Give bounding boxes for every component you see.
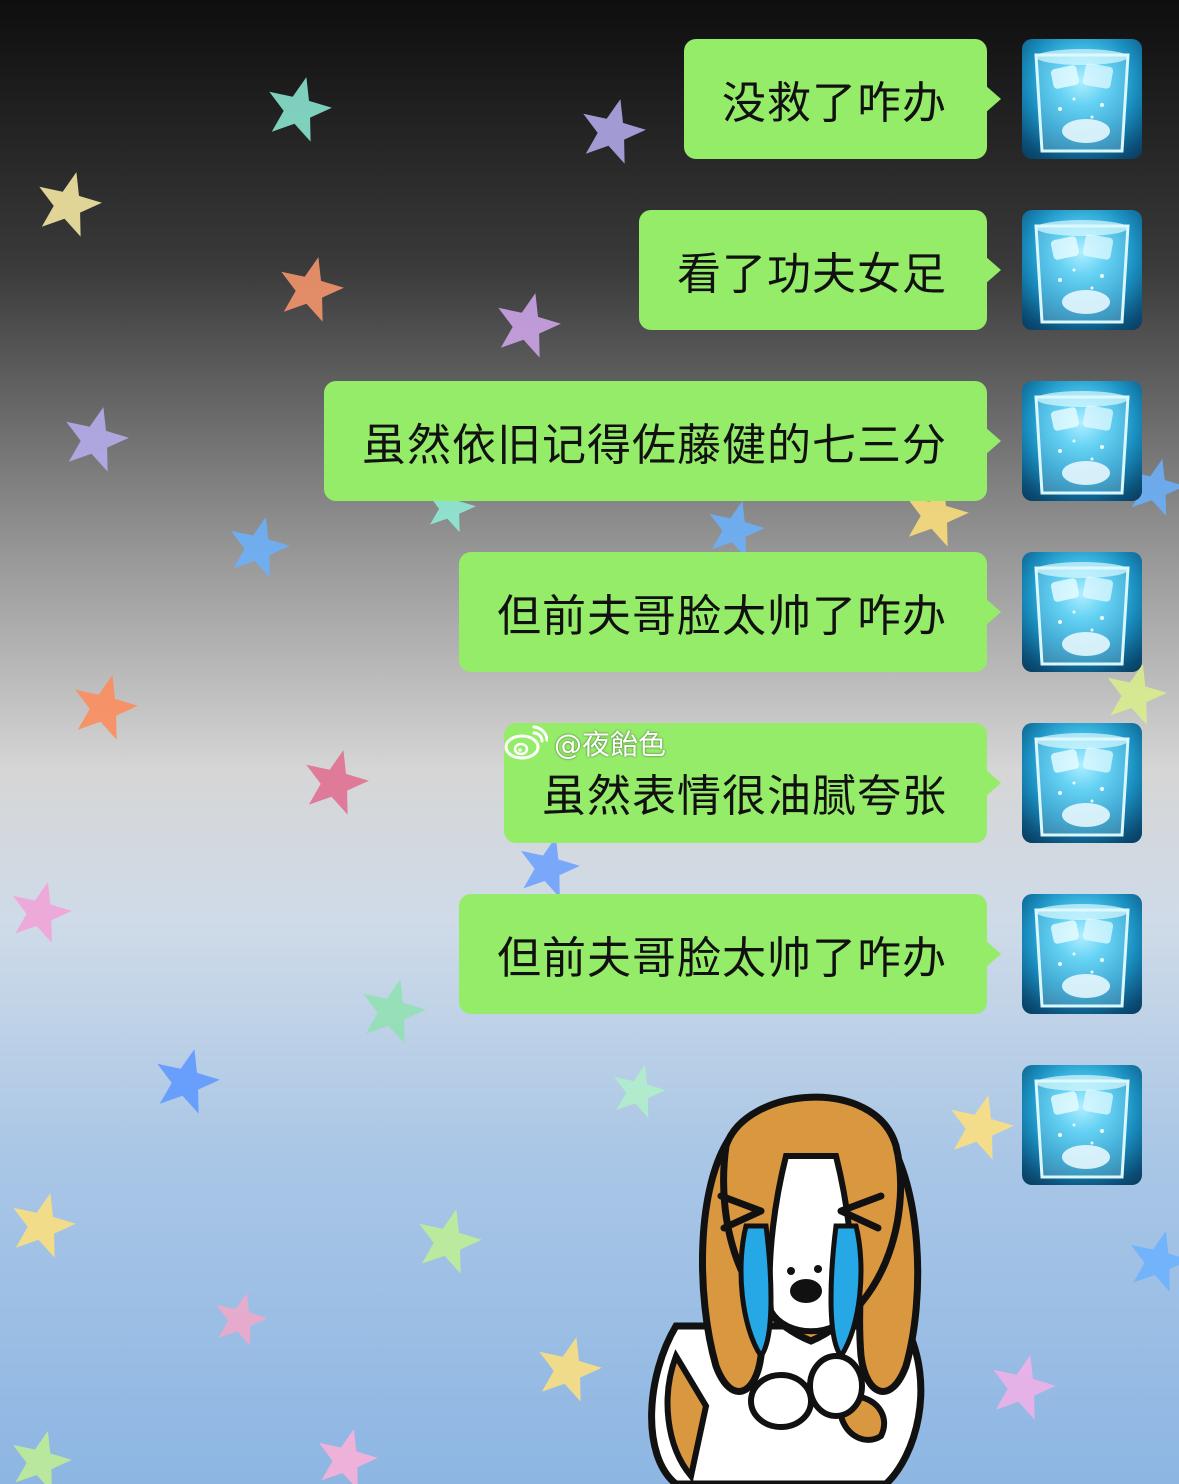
message-bubble[interactable]: 但前夫哥脸太帅了咋办 (459, 552, 1001, 672)
ice-water-glass-icon (1034, 49, 1130, 153)
star-decoration (709, 500, 765, 558)
message-row: 但前夫哥脸太帅了咋办 (0, 894, 1179, 1014)
message-row: 虽然依旧记得佐藤健的七三分 (0, 381, 1179, 501)
ice-water-glass-icon (1034, 904, 1130, 1008)
user-avatar[interactable] (1022, 39, 1142, 159)
star-decoration (319, 1429, 378, 1484)
user-avatar[interactable] (1022, 1065, 1142, 1185)
message-row (0, 1065, 1179, 1185)
ice-water-glass-icon (1034, 562, 1130, 666)
user-avatar[interactable] (1022, 723, 1142, 843)
message-bubble[interactable]: 看了功夫女足 (639, 210, 1001, 330)
user-avatar[interactable] (1022, 552, 1142, 672)
message-bubble[interactable]: 没救了咋办 (684, 39, 1001, 159)
star-decoration (521, 837, 580, 898)
star-decoration (13, 1193, 76, 1258)
star-decoration (216, 1292, 268, 1346)
ice-water-glass-icon (1034, 391, 1130, 495)
weibo-watermark: @夜飴色 (504, 723, 666, 763)
user-avatar[interactable] (1022, 894, 1142, 1014)
weibo-icon (504, 725, 548, 760)
ice-water-glass-icon (1034, 733, 1130, 837)
watermark-text: @夜飴色 (554, 728, 667, 761)
message-row: 没救了咋办 (0, 39, 1179, 159)
message-bubble[interactable]: 但前夫哥脸太帅了咋办 (459, 894, 1001, 1014)
star-decoration (539, 1337, 602, 1402)
user-avatar[interactable] (1022, 381, 1142, 501)
message-row: 看了功夫女足 (0, 210, 1179, 330)
star-decoration (993, 1355, 1056, 1420)
ice-water-glass-icon (1034, 1075, 1130, 1179)
ice-water-glass-icon (1034, 220, 1130, 324)
star-decoration (1108, 664, 1167, 725)
star-decoration (13, 1431, 72, 1484)
message-bubble[interactable]: 虽然依旧记得佐藤健的七三分 (324, 381, 1001, 501)
star-decoration (1131, 1231, 1179, 1292)
message-row: 但前夫哥脸太帅了咋办 (0, 552, 1179, 672)
star-decoration (419, 1209, 482, 1274)
crying-puppy-sticker[interactable] (636, 1076, 966, 1484)
user-avatar[interactable] (1022, 210, 1142, 330)
